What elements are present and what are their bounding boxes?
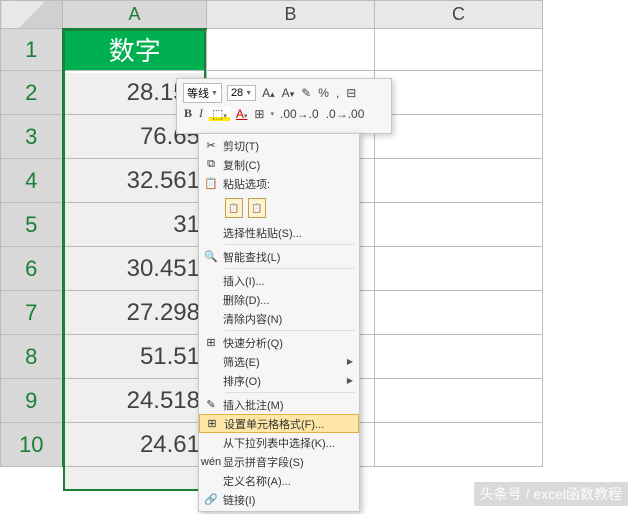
- paste-options-row: 📋 📋: [199, 193, 359, 223]
- cell-A1[interactable]: 数字: [63, 29, 207, 71]
- cell-A7[interactable]: 27.298: [63, 291, 207, 335]
- menu-cut[interactable]: ✂剪切(T): [199, 136, 359, 155]
- cell-A9[interactable]: 24.518: [63, 379, 207, 423]
- percent-icon[interactable]: %: [317, 86, 330, 100]
- cell-C7[interactable]: [375, 291, 543, 335]
- cell-C8[interactable]: [375, 335, 543, 379]
- cell-A5[interactable]: 31: [63, 203, 207, 247]
- row-header-8[interactable]: 8: [1, 335, 63, 379]
- phonetic-icon: wén: [199, 456, 223, 468]
- menu-format-cells[interactable]: ⊞设置单元格格式(F)...: [199, 414, 359, 433]
- border-icon[interactable]: ⊞: [253, 107, 265, 121]
- increase-decimal-icon[interactable]: .0→.00: [325, 107, 366, 121]
- col-header-A[interactable]: A: [63, 1, 207, 29]
- menu-clear[interactable]: 清除内容(N): [199, 309, 359, 328]
- chevron-right-icon: ▶: [347, 376, 353, 385]
- menu-smart-lookup[interactable]: 🔍智能查找(L): [199, 247, 359, 266]
- row-header-2[interactable]: 2: [1, 71, 63, 115]
- cell-C1[interactable]: [375, 29, 543, 71]
- italic-button[interactable]: I: [198, 106, 204, 121]
- menu-insert[interactable]: 插入(I)...: [199, 271, 359, 290]
- menu-delete[interactable]: 删除(D)...: [199, 290, 359, 309]
- menu-define-name[interactable]: 定义名称(A)...: [199, 471, 359, 490]
- paste-default-icon[interactable]: 📋: [225, 198, 243, 218]
- increase-font-icon[interactable]: A▴: [261, 86, 276, 100]
- font-size-selector[interactable]: 28▼: [227, 85, 256, 101]
- cell-C6[interactable]: [375, 247, 543, 291]
- fill-color-icon[interactable]: ⬚▾: [209, 107, 230, 121]
- font-selector[interactable]: 等线▼: [183, 83, 222, 103]
- format-painter-icon[interactable]: ✎: [300, 86, 312, 100]
- decrease-decimal-icon[interactable]: .00→.0: [279, 107, 320, 121]
- cell-C10[interactable]: [375, 423, 543, 467]
- menu-paste-options: 📋粘贴选项:: [199, 174, 359, 193]
- menu-copy[interactable]: ⧉复制(C): [199, 155, 359, 174]
- comment-icon: ✎: [199, 398, 223, 411]
- menu-insert-comment[interactable]: ✎插入批注(M): [199, 395, 359, 414]
- menu-filter[interactable]: 筛选(E)▶: [199, 352, 359, 371]
- menu-phonetic[interactable]: wén显示拼音字段(S): [199, 452, 359, 471]
- menu-paste-special[interactable]: 选择性粘贴(S)...: [199, 223, 359, 242]
- copy-icon: ⧉: [199, 158, 223, 171]
- cell-C9[interactable]: [375, 379, 543, 423]
- row-header-10[interactable]: 10: [1, 423, 63, 467]
- col-header-B[interactable]: B: [207, 1, 375, 29]
- bold-button[interactable]: B: [183, 106, 193, 121]
- cell-C2[interactable]: [375, 71, 543, 115]
- menu-pick-list[interactable]: 从下拉列表中选择(K)...: [199, 433, 359, 452]
- cell-C4[interactable]: [375, 159, 543, 203]
- cell-A8[interactable]: 51.51: [63, 335, 207, 379]
- search-icon: 🔍: [199, 250, 223, 263]
- row-header-3[interactable]: 3: [1, 115, 63, 159]
- paste-values-icon[interactable]: 📋: [248, 198, 266, 218]
- comma-icon[interactable]: ,: [335, 86, 340, 100]
- menu-sort[interactable]: 排序(O)▶: [199, 371, 359, 390]
- mini-toolbar: 等线▼ 28▼ A▴ A▾ ✎ % , ⊟ B I ⬚▾ A▾ ⊞▾ .00→.…: [176, 78, 392, 134]
- row-header-7[interactable]: 7: [1, 291, 63, 335]
- font-color-icon[interactable]: A▾: [235, 107, 249, 121]
- cell-B1[interactable]: [207, 29, 375, 71]
- context-menu: ✂剪切(T) ⧉复制(C) 📋粘贴选项: 📋 📋 选择性粘贴(S)... 🔍智能…: [198, 133, 360, 512]
- scissors-icon: ✂: [199, 139, 223, 152]
- format-icon: ⊞: [200, 417, 224, 430]
- cell-C5[interactable]: [375, 203, 543, 247]
- menu-quick-analysis[interactable]: ⊞快速分析(Q): [199, 333, 359, 352]
- cell-A4[interactable]: 32.561: [63, 159, 207, 203]
- cell-A6[interactable]: 30.451: [63, 247, 207, 291]
- col-header-C[interactable]: C: [375, 1, 543, 29]
- row-header-6[interactable]: 6: [1, 247, 63, 291]
- cell-A10[interactable]: 24.61: [63, 423, 207, 467]
- watermark: 头条号 / excel函数教程: [474, 482, 628, 506]
- clipboard-icon: 📋: [199, 177, 223, 190]
- select-all-corner[interactable]: [1, 1, 63, 29]
- row-header-4[interactable]: 4: [1, 159, 63, 203]
- row-header-9[interactable]: 9: [1, 379, 63, 423]
- chevron-right-icon: ▶: [347, 357, 353, 366]
- row-header-5[interactable]: 5: [1, 203, 63, 247]
- decrease-font-icon[interactable]: A▾: [281, 86, 296, 100]
- row-header-1[interactable]: 1: [1, 29, 63, 71]
- cell-C3[interactable]: [375, 115, 543, 159]
- menu-hyperlink[interactable]: 🔗链接(I): [199, 490, 359, 509]
- link-icon: 🔗: [199, 493, 223, 506]
- merge-icon[interactable]: ⊟: [345, 86, 357, 100]
- analysis-icon: ⊞: [199, 336, 223, 349]
